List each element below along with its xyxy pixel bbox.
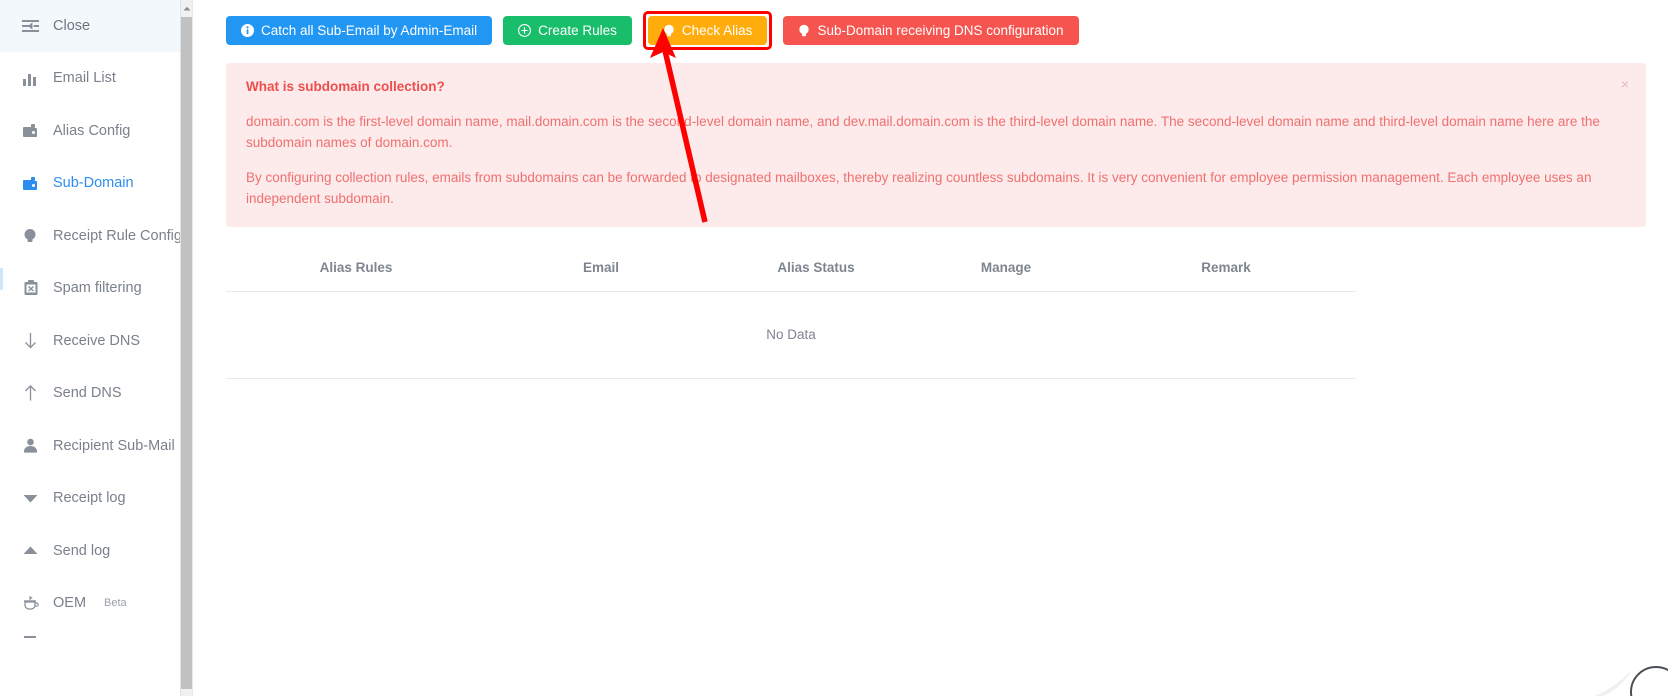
sidebar-item-badge: Beta — [104, 597, 127, 610]
sidebar-item-sub-domain[interactable]: Sub-Domain — [0, 157, 192, 210]
alias-table: Alias Rules Email Alias Status Manage Re… — [226, 250, 1356, 379]
table-empty-row: No Data — [226, 291, 1356, 379]
sidebar-item-label: Receipt Rule Config — [53, 227, 182, 244]
sidebar-item-label: OEM — [53, 595, 87, 612]
sidebar-item-spam-filtering[interactable]: Spam filtering — [0, 262, 192, 315]
cup-icon — [22, 595, 39, 612]
sidebar-item-label: Receipt log — [53, 490, 126, 507]
triangle-down-icon — [22, 490, 39, 507]
column-header-remark: Remark — [1096, 250, 1356, 292]
sidebar-collapse-toggle[interactable]: Close — [0, 0, 192, 52]
plus-circle-icon — [518, 24, 532, 37]
table-header-row: Alias Rules Email Alias Status Manage Re… — [226, 250, 1356, 292]
bulb-icon — [798, 24, 810, 38]
arrow-down-icon — [22, 332, 39, 349]
sidebar: Close Email List Alias Config Sub-Domain — [0, 0, 193, 696]
wallet-icon — [22, 175, 39, 192]
sidebar-item-receipt-rule-config[interactable]: Receipt Rule Config — [0, 210, 192, 263]
sidebar-item-receive-dns[interactable]: Receive DNS — [0, 315, 192, 368]
sidebar-collapse-label: Close — [53, 18, 91, 34]
button-label: Check Alias — [681, 23, 753, 38]
app-root: Close Email List Alias Config Sub-Domain — [0, 0, 1668, 696]
sidebar-active-edge — [0, 268, 3, 290]
column-header-alias-rules: Alias Rules — [226, 250, 486, 292]
info-alert: What is subdomain collection? domain.com… — [226, 63, 1646, 227]
sidebar-item-label: Email List — [53, 70, 116, 87]
wallet-icon — [22, 122, 39, 139]
main-content: Catch all Sub-Email by Admin-Email Creat… — [193, 0, 1668, 696]
sub-domain-dns-config-button[interactable]: Sub-Domain receiving DNS configuration — [783, 16, 1079, 45]
sidebar-item-oem[interactable]: OEM Beta — [0, 577, 192, 630]
catch-all-sub-email-button[interactable]: Catch all Sub-Email by Admin-Email — [226, 16, 493, 45]
sidebar-item-email-list[interactable]: Email List — [0, 52, 192, 105]
sidebar-item-send-dns[interactable]: Send DNS — [0, 367, 192, 420]
scrollbar-thumb[interactable] — [181, 17, 192, 689]
column-header-manage: Manage — [916, 250, 1096, 292]
sidebar-item-label: Send log — [53, 542, 111, 559]
bulb-icon — [22, 227, 39, 244]
sidebar-item-receipt-log[interactable]: Receipt log — [0, 472, 192, 525]
clipboard-x-icon — [22, 280, 39, 297]
sidebar-item-label: Receive DNS — [53, 332, 141, 349]
partial-icon — [22, 631, 39, 648]
sidebar-item-partial[interactable] — [0, 630, 192, 650]
close-icon[interactable]: × — [1618, 77, 1632, 91]
arrow-up-icon — [22, 385, 39, 402]
sidebar-item-label: Send DNS — [53, 385, 122, 402]
alert-title: What is subdomain collection? — [246, 79, 445, 94]
sidebar-item-label: Spam filtering — [53, 280, 142, 297]
alert-paragraph-2: By configuring collection rules, emails … — [246, 170, 1592, 206]
check-alias-highlight-box: Check Alias — [642, 11, 773, 50]
bulb-icon — [663, 24, 675, 38]
alert-paragraph-1: domain.com is the first-level domain nam… — [246, 114, 1600, 150]
sidebar-item-label: Recipient Sub-Mail — [53, 437, 175, 454]
column-header-email: Email — [486, 250, 716, 292]
alias-table-wrapper: Alias Rules Email Alias Status Manage Re… — [226, 250, 1646, 379]
scroll-up-arrow-icon[interactable] — [181, 0, 192, 16]
create-rules-button[interactable]: Create Rules — [503, 16, 632, 45]
sidebar-scrollbar[interactable] — [180, 0, 192, 696]
check-alias-button[interactable]: Check Alias — [647, 16, 768, 45]
sidebar-item-label: Sub-Domain — [53, 175, 134, 192]
sidebar-item-send-log[interactable]: Send log — [0, 525, 192, 578]
button-label: Catch all Sub-Email by Admin-Email — [261, 23, 478, 38]
column-header-alias-status: Alias Status — [716, 250, 916, 292]
sidebar-item-recipient-sub-mail[interactable]: Recipient Sub-Mail — [0, 420, 192, 473]
sidebar-item-label: Alias Config — [53, 122, 131, 139]
bar-chart-icon — [22, 70, 39, 87]
menu-collapse-icon — [22, 18, 39, 35]
person-icon — [22, 437, 39, 454]
button-label: Create Rules — [538, 23, 617, 38]
sidebar-item-alias-config[interactable]: Alias Config — [0, 105, 192, 158]
no-data-text: No Data — [226, 291, 1356, 379]
button-label: Sub-Domain receiving DNS configuration — [817, 23, 1064, 38]
info-circle-icon — [241, 24, 254, 37]
toolbar: Catch all Sub-Email by Admin-Email Creat… — [193, 0, 1668, 50]
triangle-up-icon — [22, 542, 39, 559]
